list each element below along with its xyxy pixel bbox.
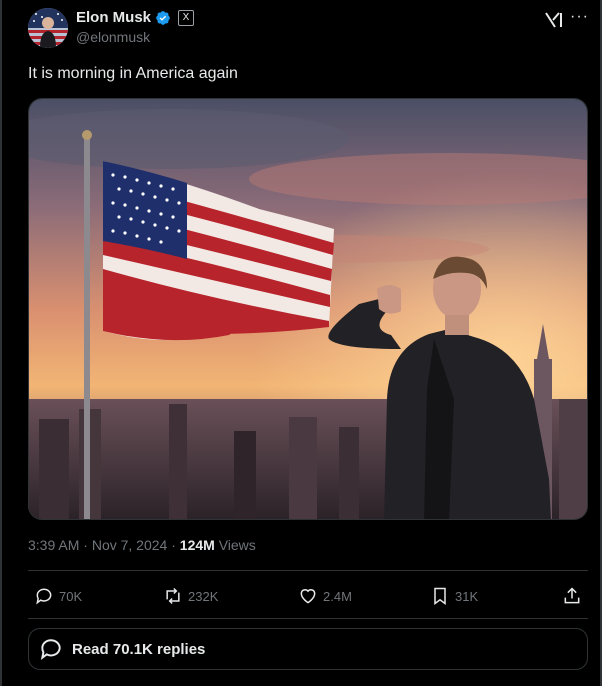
reply-icon bbox=[36, 588, 52, 605]
tweet-date[interactable]: Nov 7, 2024 bbox=[92, 537, 168, 553]
bookmark-button[interactable]: 31K bbox=[430, 582, 478, 610]
reply-button[interactable]: 70K bbox=[34, 582, 82, 610]
tweet-time[interactable]: 3:39 AM bbox=[28, 537, 79, 553]
repost-icon bbox=[166, 587, 180, 605]
like-button[interactable]: 2.4M bbox=[298, 582, 352, 610]
views-label: Views bbox=[214, 537, 256, 553]
author-handle[interactable]: @elonmusk bbox=[76, 29, 150, 45]
tweet-meta: 3:39 AM · Nov 7, 2024 · 124M Views bbox=[28, 537, 256, 553]
heart-icon bbox=[300, 589, 316, 604]
views-count: 124M bbox=[179, 537, 215, 553]
meta-separator: · bbox=[167, 537, 180, 553]
grok-icon[interactable] bbox=[544, 11, 564, 29]
avatar[interactable] bbox=[28, 8, 68, 48]
meta-separator: · bbox=[79, 537, 92, 553]
repost-button[interactable]: 232K bbox=[163, 582, 218, 610]
reply-count: 70K bbox=[59, 588, 83, 604]
window-frame-left bbox=[0, 0, 2, 686]
verified-badge-icon[interactable] bbox=[155, 10, 171, 26]
tweet-text: It is morning in America again bbox=[28, 65, 238, 82]
repost-count: 232K bbox=[188, 588, 219, 604]
action-bar: 70K 232K 2.4M 31K bbox=[28, 582, 588, 610]
x-affiliate-badge[interactable]: X bbox=[178, 9, 195, 26]
read-replies-button[interactable]: Read 70.1K replies bbox=[28, 628, 588, 670]
bookmark-count: 31K bbox=[455, 588, 479, 604]
reply-icon bbox=[40, 639, 61, 660]
share-button[interactable] bbox=[562, 582, 582, 610]
read-replies-label: Read 70.1K replies bbox=[72, 640, 206, 658]
bookmark-icon bbox=[434, 587, 446, 605]
tweet-image[interactable] bbox=[28, 98, 588, 520]
share-icon bbox=[564, 587, 580, 604]
divider bbox=[28, 570, 588, 571]
tweet-header: Elon Musk X @elonmusk ··· bbox=[28, 8, 588, 48]
author-name[interactable]: Elon Musk bbox=[76, 9, 151, 26]
divider bbox=[28, 618, 588, 619]
more-icon[interactable]: ··· bbox=[570, 8, 589, 26]
like-count: 2.4M bbox=[323, 588, 352, 604]
